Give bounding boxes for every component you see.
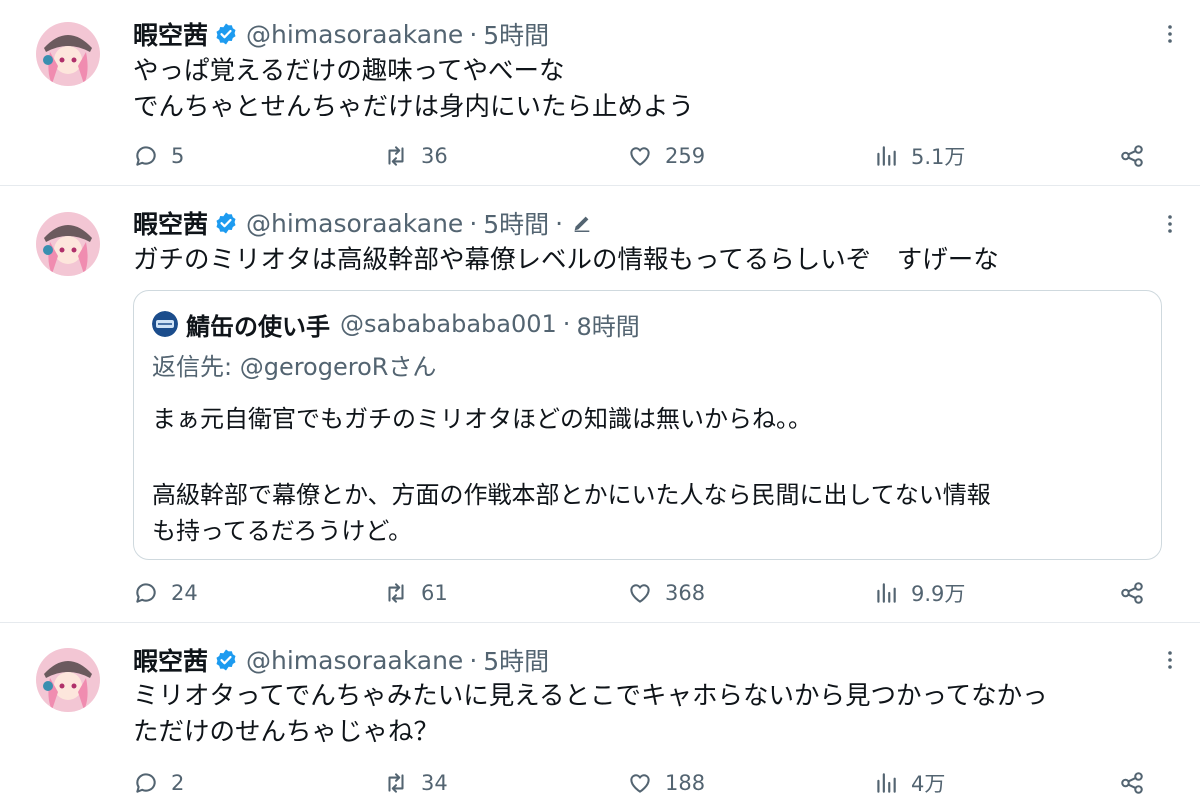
author-handle[interactable]: @himasoraakane [246,209,463,238]
separator-dot: · [469,645,478,675]
edit-icon[interactable] [571,212,593,234]
verified-badge-icon [216,649,236,671]
more-icon[interactable] [1158,648,1182,672]
action-bar: 5 36 259 5.1万 [133,141,1173,171]
tweet-text-line: ミリオタってでんちゃみたいに見えるとこでキャホらないから見つかってなかっ [133,681,1048,711]
share-icon [1121,582,1143,604]
reply-icon [136,583,156,603]
avatar[interactable] [36,648,100,712]
tweet-text-line: でんちゃとせんちゃだけは身内にいたら止めよう [133,92,695,122]
share-icon [1121,145,1143,167]
views-icon [877,773,896,793]
tweet-text-line: ガチのミリオタは高級幹部や幕僚レベルの情報もってるらしいぞ すげーな [133,245,999,275]
views-count: 5.1万 [911,145,966,169]
like-icon [630,584,650,603]
action-bar: 24 61 368 9.9万 [133,578,1173,608]
like-count: 188 [665,771,706,795]
quote-reply-to: 返信先: @gerogeroRさん [152,353,437,381]
quote-text-line: も持ってるだろうけど。 [152,517,413,545]
views-count: 9.9万 [911,582,966,606]
more-icon[interactable] [1158,212,1182,236]
separator-dot: · [469,208,478,238]
like-icon [630,774,650,793]
views-count: 4万 [911,772,946,796]
share-button[interactable] [1119,141,1157,171]
reply-count: 2 [171,771,185,795]
reply-button[interactable]: 24 [133,578,198,608]
quote-author-name: 鯖缶の使い手 [186,312,330,341]
repost-button[interactable]: 61 [383,578,448,608]
like-button[interactable]: 259 [627,141,705,171]
reply-count: 5 [171,144,185,168]
reply-button[interactable]: 5 [133,141,184,171]
author-name[interactable]: 暇空茜 [133,205,208,241]
like-count: 368 [665,581,706,605]
separator-dot: · [562,310,571,338]
author-handle[interactable]: @himasoraakane [246,646,463,675]
avatar[interactable] [36,212,100,276]
like-button[interactable]: 188 [627,768,705,798]
more-icon[interactable] [1158,22,1182,46]
views-icon [877,583,896,603]
tweet-text-line: やっぱ覚えるだけの趣味ってやべーな [133,56,565,86]
author-name[interactable]: 暇空茜 [133,16,208,52]
reply-count: 24 [171,581,198,605]
like-button[interactable]: 368 [627,578,705,608]
quote-avatar [152,311,178,337]
views-button[interactable]: 9.9万 [873,578,965,608]
reply-icon [136,146,156,166]
separator-dot: · [555,208,564,238]
share-button[interactable] [1119,578,1157,608]
repost-icon [388,583,404,603]
action-bar: 2 34 188 4万 [133,768,1173,798]
like-count: 259 [665,144,706,168]
divider [0,185,1200,186]
separator-dot: · [469,19,478,49]
divider [0,622,1200,623]
repost-button[interactable]: 36 [383,141,448,171]
share-button[interactable] [1119,768,1157,798]
repost-count: 61 [421,581,448,605]
quote-timestamp: 8時間 [576,312,640,341]
quote-author-handle: @sababababa001 [340,310,557,338]
verified-badge-icon [216,212,236,234]
verified-badge-icon [216,23,236,45]
views-icon [877,146,896,166]
views-button[interactable]: 4万 [873,768,945,798]
quote-tweet[interactable]: 鯖缶の使い手 @sababababa001 · 8時間 返信先: @geroge… [133,290,1162,560]
author-handle[interactable]: @himasoraakane [246,20,463,49]
views-button[interactable]: 5.1万 [873,141,965,171]
tweet-text-line: ただけのせんちゃじゃね？ [133,717,440,747]
timestamp[interactable]: 5時間 [483,642,549,678]
quote-text-line: まぁ元自衛官でもガチのミリオタほどの知識は無いからね。。 [152,405,812,433]
repost-count: 36 [421,144,448,168]
author-name[interactable]: 暇空茜 [133,642,208,678]
repost-count: 34 [421,771,448,795]
reply-icon [136,773,156,793]
repost-icon [388,146,404,166]
reply-button[interactable]: 2 [133,768,184,798]
timestamp[interactable]: 5時間 [483,16,549,52]
repost-icon [388,773,404,793]
avatar[interactable] [36,22,100,86]
like-icon [630,147,650,166]
quote-text-line: 高級幹部で幕僚とか、方面の作戦本部とかにいた人なら民間に出してない情報 [152,481,991,509]
timestamp[interactable]: 5時間 [483,205,549,241]
share-icon [1121,772,1143,794]
repost-button[interactable]: 34 [383,768,448,798]
